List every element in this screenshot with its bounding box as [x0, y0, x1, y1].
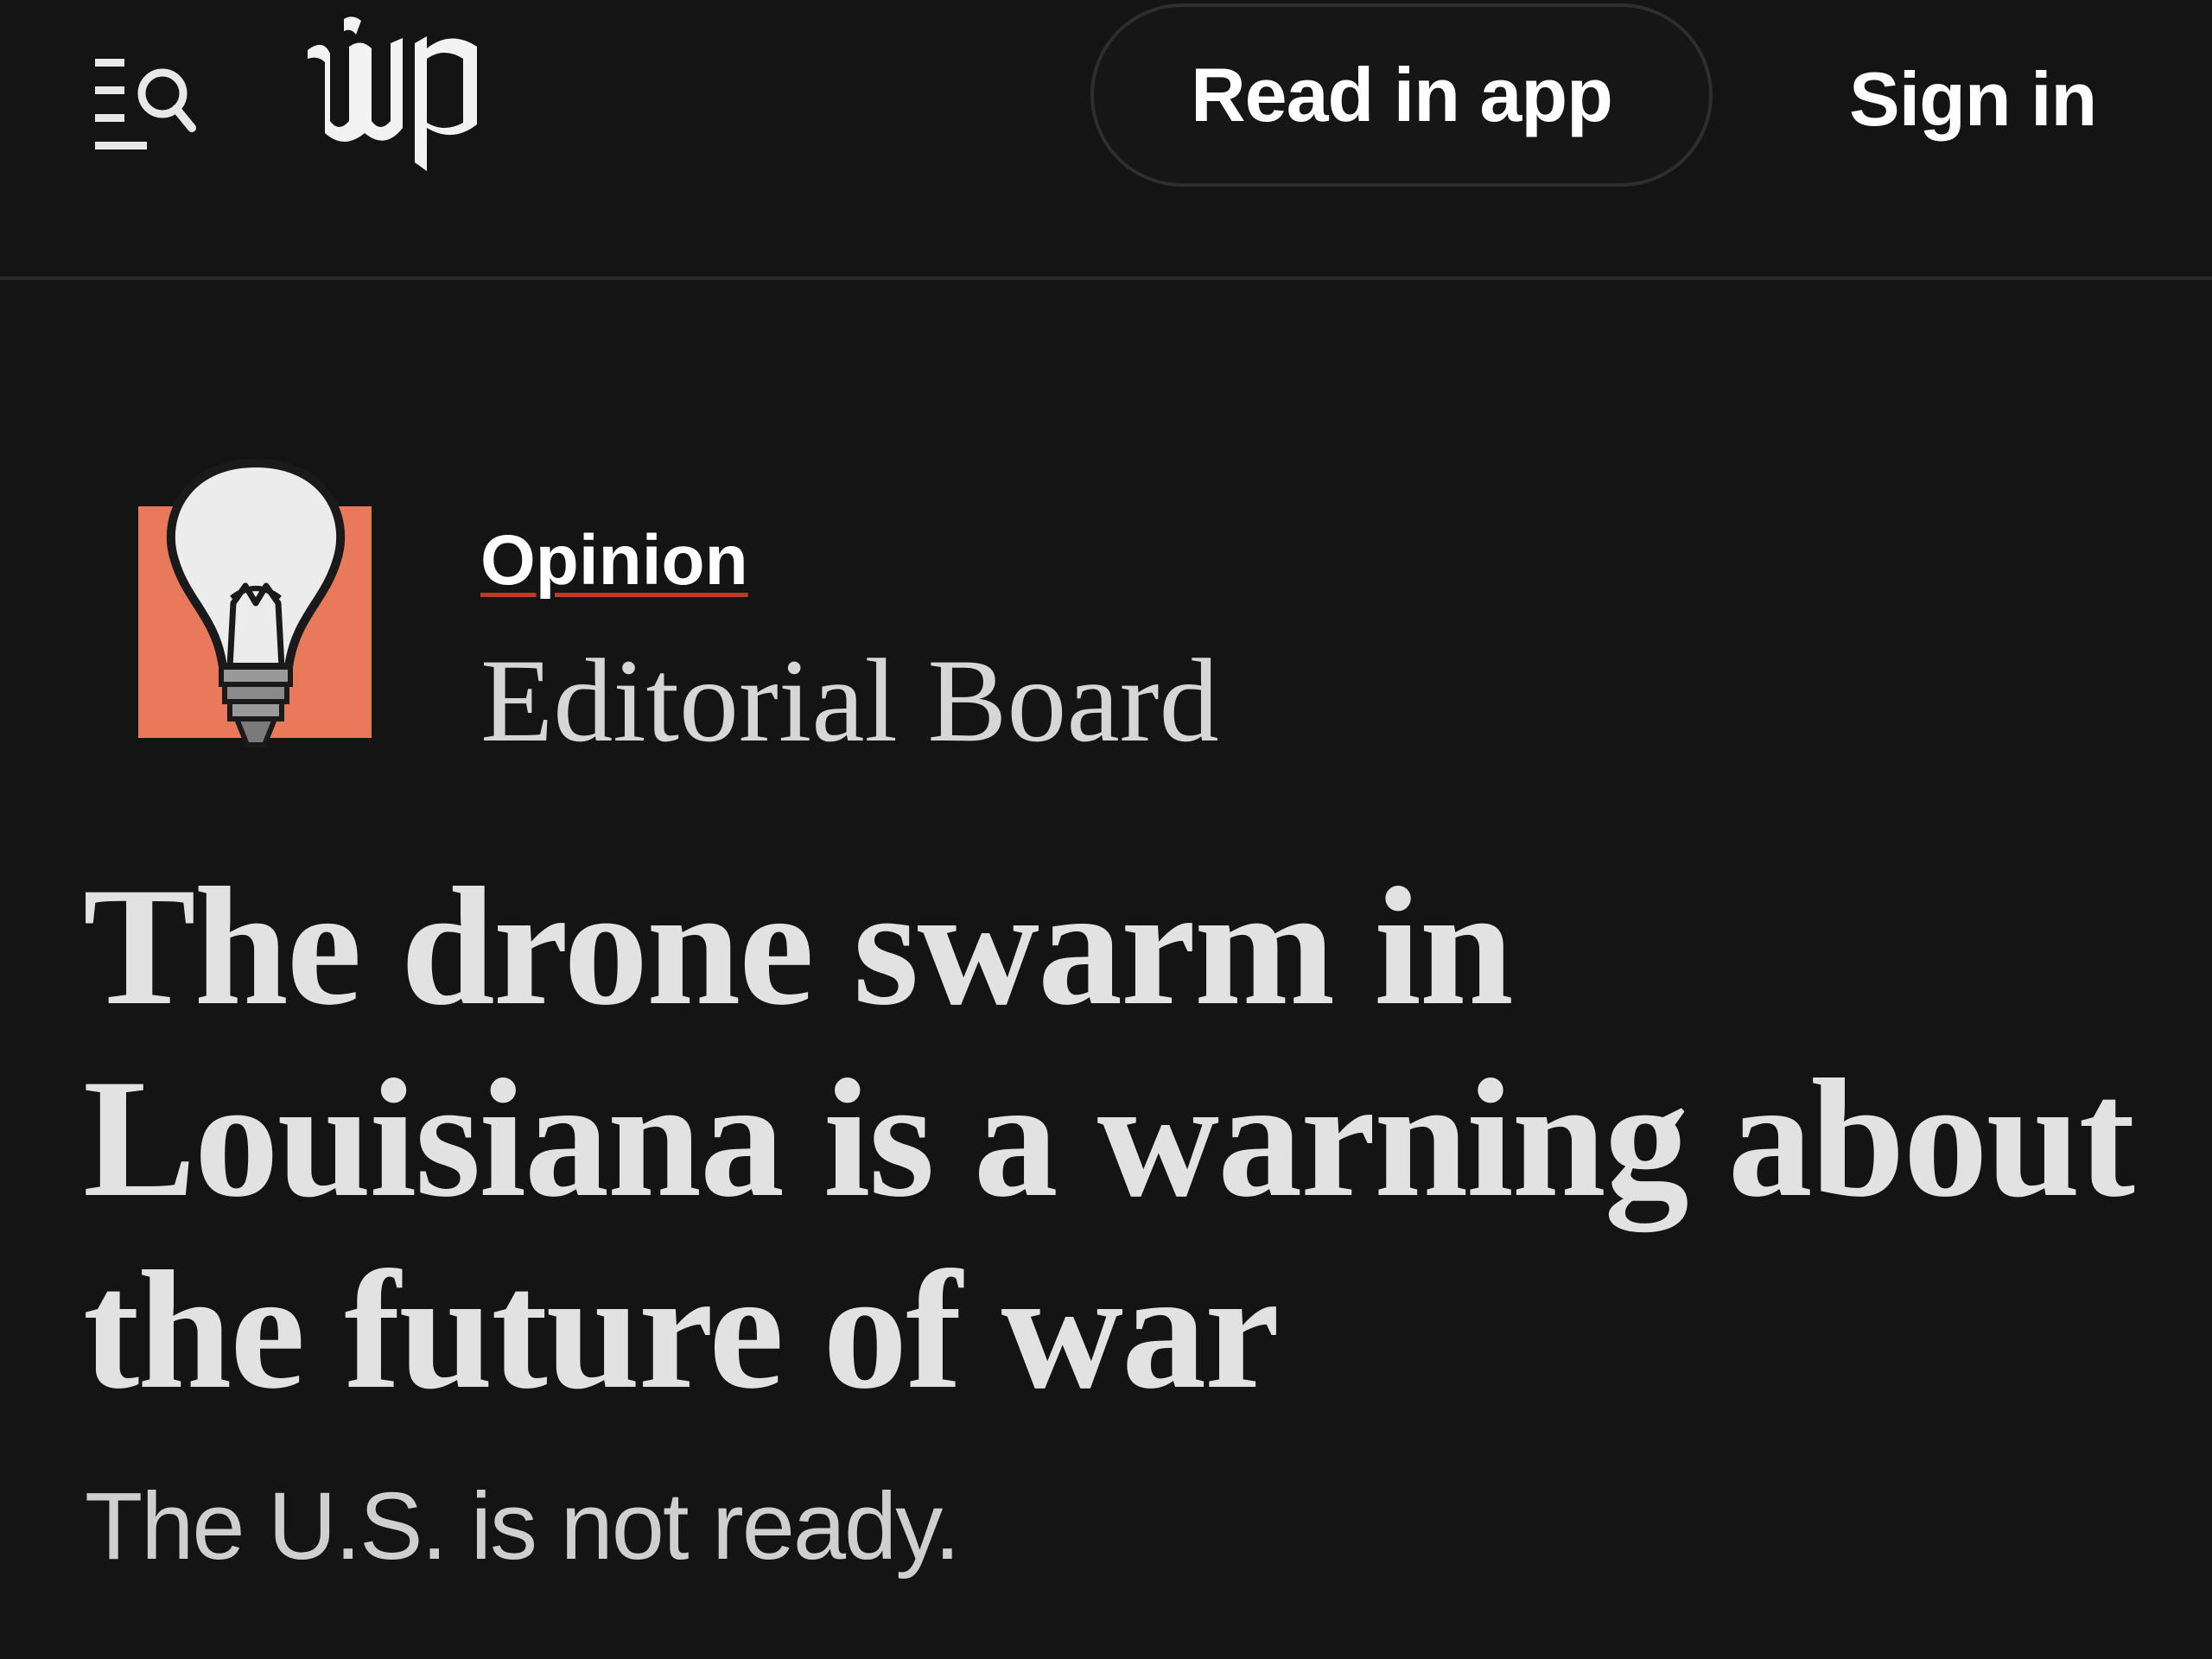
top-navigation-bar: Read in app Sign in	[0, 0, 2212, 280]
author-name[interactable]: Editorial Board	[480, 641, 1219, 760]
read-in-app-button[interactable]: Read in app	[1090, 3, 1713, 187]
menu-search-icon[interactable]	[86, 43, 199, 156]
opinion-section-link[interactable]: Opinion	[480, 525, 748, 596]
washington-post-logo[interactable]	[301, 16, 491, 171]
article-subheadline: The U.S. is not ready.	[85, 1473, 961, 1580]
article-headline: The drone swarm in Louisiana is a warnin…	[83, 853, 2135, 1424]
sign-in-link[interactable]: Sign in	[1849, 43, 2097, 156]
lightbulb-icon	[137, 456, 374, 750]
